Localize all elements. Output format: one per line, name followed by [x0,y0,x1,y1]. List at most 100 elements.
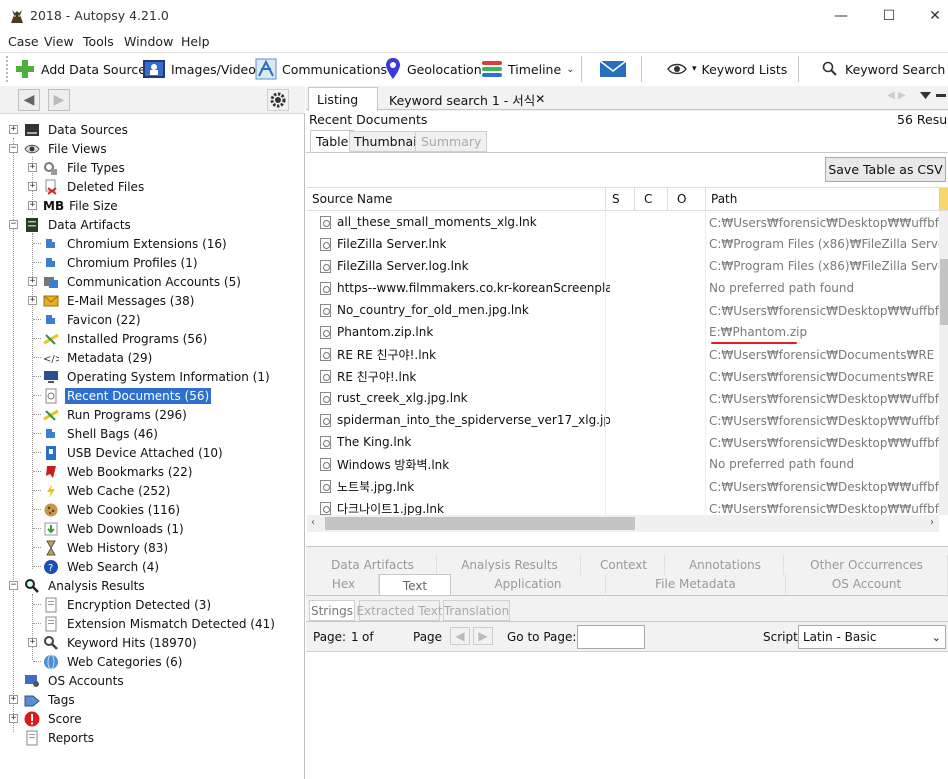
tree-item-analysis-results[interactable]: Analysis Results [24,576,147,595]
keyword-lists-button[interactable]: ▾ Keyword Lists [667,54,787,84]
column-header-s[interactable]: S [612,188,632,210]
table-row[interactable]: rust_creek_xlg.jpg.lnk C:₩Users₩forensic… [307,387,939,409]
tree-item-globe[interactable]: Web Categories (6) [43,652,184,671]
menu-view[interactable]: View [44,34,74,49]
column-header-c[interactable]: C [644,188,664,210]
collapse-toggle[interactable]: − [9,144,18,153]
tree-item-os-accounts[interactable]: OS Accounts [24,671,126,690]
script-select[interactable]: Latin - Basic ⌄ [798,625,946,649]
geolocation-button[interactable]: Geolocation [384,54,482,84]
tab-table[interactable]: Table [310,130,355,152]
expand-toggle[interactable]: + [28,296,37,305]
column-header-o[interactable]: O [677,188,697,210]
table-row[interactable]: spiderman_into_the_spiderverse_ver17_xlg… [307,409,939,431]
save-table-csv-button[interactable]: Save Table as CSV [825,157,946,182]
table-row[interactable]: 노트북.jpg.lnk C:₩Users₩forensic₩Desktop₩₩u… [307,475,939,497]
forward-arrow-icon[interactable]: ▶ [48,89,70,111]
tree-item-download[interactable]: Web Downloads (1) [43,519,186,538]
tree-item-shellbags[interactable]: Shell Bags (46) [43,424,160,443]
table-row[interactable]: Phantom.zip.lnk E:₩Phantom.zip [307,321,939,343]
table-row[interactable]: 다크나이트1.jpg.lnk C:₩Users₩forensic₩Desktop… [307,497,939,515]
tree-item-favicon[interactable]: Favicon (22) [43,310,143,329]
table-row[interactable]: FileZilla Server.log.lnk C:₩Program File… [307,255,939,277]
expand-toggle[interactable]: + [28,182,37,191]
tree-item-cookie[interactable]: Web Cookies (116) [43,500,182,519]
table-row[interactable]: all_these_small_moments_xlg.lnk C:₩Users… [307,211,939,233]
tree-item-code[interactable]: </> Metadata (29) [43,348,154,367]
tab-application[interactable]: Application [451,574,606,594]
column-header-path[interactable]: Path [711,188,931,210]
tree-item-accounts[interactable]: Communication Accounts (5) [43,272,243,291]
email-button[interactable] [599,54,627,84]
tree-item-email[interactable]: E-Mail Messages (38) [43,291,196,310]
scroll-right-arrow-icon[interactable]: › [930,517,934,528]
minimize-button[interactable]: — [818,4,864,28]
tree-item-reports[interactable]: Reports [24,728,96,747]
tree-item-puzzle[interactable]: Chromium Extensions (16) [43,234,229,253]
communications-button[interactable]: Communications [255,54,387,84]
scrollbar-thumb[interactable] [325,517,635,530]
table-row[interactable]: RE RE 친구야!.lnk C:₩Users₩forensic₩Documen… [307,343,939,365]
expand-toggle[interactable]: + [9,695,18,704]
tab-os-account[interactable]: OS Account [786,574,948,594]
tree-item-mismatch[interactable]: Extension Mismatch Detected (41) [43,614,277,633]
tree-item-web-search[interactable]: ? Web Search (4) [43,557,161,576]
expand-toggle[interactable]: + [28,163,37,172]
tree-item-programs[interactable]: Installed Programs (56) [43,329,209,348]
tab-scroll-arrows[interactable]: ◀ ▶ [887,90,906,101]
tree-item-keyword[interactable]: Keyword Hits (18970) [43,633,199,652]
tab-thumbnail[interactable]: Thumbnail [349,131,426,152]
close-icon[interactable]: ✕ [535,92,545,106]
tab-summary[interactable]: Summary [415,131,488,152]
vertical-scrollbar[interactable] [939,211,948,515]
tree-item-tags[interactable]: Tags [24,690,77,709]
menu-window[interactable]: Window [124,34,173,49]
tab-text[interactable]: Text [379,574,451,596]
collapse-toggle[interactable]: − [9,220,18,229]
table-row[interactable]: Windows 방화벽.lnk No preferred path found [307,453,939,475]
tree-item-profile[interactable]: Chromium Profiles (1) [43,253,200,272]
tree-item-data-artifacts[interactable]: Data Artifacts [24,215,133,234]
collapse-toggle[interactable]: − [9,581,18,590]
tab-listing[interactable]: Listing [308,87,378,111]
menu-tools[interactable]: Tools [83,34,114,49]
table-row[interactable]: FileZilla Server.lnk C:₩Program Files (x… [307,233,939,255]
menu-case[interactable]: Case [8,34,39,49]
tab-extracted-text[interactable]: Extracted Text [356,600,443,621]
expand-toggle[interactable]: + [9,714,18,723]
tree-item-bookmark[interactable]: Web Bookmarks (22) [43,462,194,481]
timeline-button[interactable]: Timeline ⌄ [481,54,575,84]
tree-item-file-size[interactable]: MB File Size [43,196,120,215]
scroll-left-arrow-icon[interactable]: ‹ [311,517,315,528]
tab-annotations[interactable]: Annotations [667,555,784,575]
tab-other-occurrences[interactable]: Other Occurrences [786,555,948,575]
expand-toggle[interactable]: + [9,125,18,134]
table-row[interactable]: The King.lnk C:₩Users₩forensic₩Desktop₩₩… [307,431,939,453]
maximize-button[interactable]: ☐ [866,4,912,28]
tree-item-score[interactable]: Score [24,709,84,728]
expand-toggle[interactable]: + [28,201,37,210]
tree-item-file-views[interactable]: File Views [24,139,109,158]
expand-toggle[interactable]: + [28,638,37,647]
tab-keyword-search[interactable]: Keyword search 1 - 서식 ✕ [381,87,549,111]
back-arrow-icon[interactable]: ◀ [18,89,40,111]
tab-data-artifacts[interactable]: Data Artifacts [309,555,437,575]
images-videos-button[interactable]: Images/Videos [142,54,262,84]
close-button[interactable]: ✕ [912,4,948,28]
expand-toggle[interactable]: + [28,277,37,286]
tree-item-hourglass[interactable]: Web History (83) [43,538,170,557]
add-data-source-button[interactable]: Add Data Source [14,54,146,84]
table-row[interactable]: https--www.filmmakers.co.kr-koreanScreen… [307,277,939,299]
tab-translation[interactable]: Translation [443,600,510,621]
tree-item-data-sources[interactable]: Data Sources [24,120,130,139]
tab-file-metadata[interactable]: File Metadata [606,574,786,594]
next-page-icon[interactable]: ▶ [473,627,493,645]
scrollbar-thumb[interactable] [940,259,948,325]
menu-help[interactable]: Help [181,34,210,49]
tab-context[interactable]: Context [583,555,665,575]
column-header-source-name[interactable]: Source Name [312,188,602,210]
tree-item-computer[interactable]: Operating System Information (1) [43,367,272,386]
tree-item-run-programs[interactable]: Run Programs (296) [43,405,189,424]
table-row[interactable]: No_country_for_old_men.jpg.lnk C:₩Users₩… [307,299,939,321]
go-to-page-input[interactable] [577,625,645,649]
